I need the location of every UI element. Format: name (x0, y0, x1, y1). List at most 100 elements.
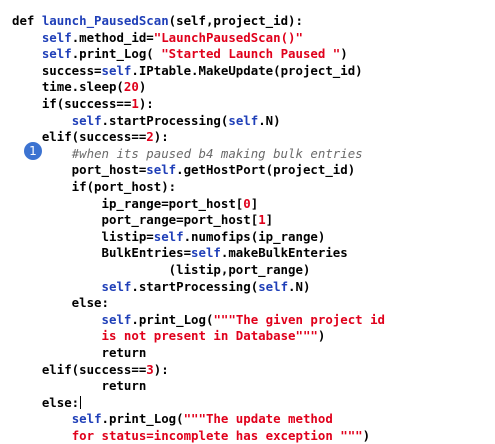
code-token: is not present in Database""" (101, 328, 318, 344)
code-line[interactable]: is not present in Database""") (12, 328, 326, 344)
code-token: ) (317, 328, 326, 344)
code-token: self (228, 112, 259, 128)
code-token: .numofips(ip_range) (183, 228, 326, 244)
code-token: ] (250, 195, 259, 211)
code-token: self (101, 278, 132, 294)
code-line[interactable]: (listip,port_range) (12, 262, 311, 278)
code-token: else: (12, 394, 80, 410)
code-line[interactable]: return (12, 345, 147, 361)
code-token: 20 (123, 79, 139, 95)
code-token: self (101, 311, 132, 327)
code-token: 0 (243, 195, 251, 211)
code-token: ): (153, 129, 169, 145)
code-token: 1 (258, 212, 266, 228)
code-token: """The given project id (213, 311, 386, 327)
code-line[interactable]: def launch_PausedScan(self,project_id): (12, 13, 303, 29)
code-line[interactable]: self.print_Log("""The given project id (12, 312, 385, 328)
code-token: else: (12, 295, 109, 311)
code-token: self (153, 228, 184, 244)
code-token: self (71, 411, 102, 427)
code-token: ): (153, 361, 169, 377)
code-line[interactable]: self.print_Log("""The update method (12, 411, 333, 427)
code-token: self (41, 29, 72, 45)
code-line[interactable]: listip=self.numofips(ip_range) (12, 228, 326, 245)
code-line[interactable]: for status=incomplete has exception """) (12, 428, 370, 444)
code-token: .IPtable.MakeUpdate(project_id) (131, 62, 363, 78)
code-token: 2 (146, 129, 154, 145)
code-token: ) (340, 46, 348, 62)
code-editor[interactable]: def launch_PausedScan(self,project_id): … (0, 0, 495, 443)
code-line[interactable]: self.method_id="LaunchPausedScan()" (12, 30, 303, 46)
code-token: ] (265, 212, 274, 228)
code-line[interactable]: time.sleep(20) (12, 79, 146, 95)
line-marker-badge: 1 (24, 142, 42, 160)
text-cursor (80, 395, 82, 409)
code-line[interactable]: elif(success==3): (12, 362, 169, 378)
code-token: .print_Log( (71, 46, 162, 62)
code-token: return (12, 345, 147, 360)
code-token: 3 (146, 361, 154, 377)
code-token: """The update method (183, 411, 333, 427)
code-line[interactable]: port_range=port_host[1] (12, 212, 274, 228)
code-line[interactable]: ip_range=port_host[0] (12, 195, 259, 212)
code-token: (self,project_id): (168, 13, 303, 28)
code-token: BulkEntries= (12, 245, 192, 261)
code-token: listip= (12, 228, 154, 244)
code-token: success= (12, 62, 102, 78)
code-token: self (41, 46, 72, 62)
code-token: (listip,port_range) (12, 262, 311, 277)
code-token: def (12, 13, 42, 28)
code-line[interactable]: port_host=self.getHostPort(project_id) (12, 162, 356, 178)
code-token: .print_Log( (101, 411, 184, 427)
code-token: .print_Log( (131, 311, 214, 327)
code-token: ): (138, 96, 154, 111)
code-token: .startProcessing( (131, 278, 259, 294)
code-line[interactable]: if(port_host): (12, 179, 176, 195)
code-token: launch_PausedScan (41, 13, 169, 28)
code-token: self (191, 245, 221, 261)
code-token: .N) (258, 112, 281, 128)
code-token: if(port_host): (12, 179, 177, 194)
code-token: self (71, 112, 102, 128)
code-token: for status=incomplete has exception """ (71, 428, 363, 443)
code-token: .makeBulkEnteries (220, 245, 348, 261)
code-token: if(success== (12, 96, 132, 111)
code-token: .getHostPort(project_id) (176, 162, 356, 178)
code-token: "LaunchPausedScan()" (153, 29, 303, 45)
code-line[interactable]: self.startProcessing(self.N) (12, 278, 311, 295)
code-line[interactable]: else: (12, 295, 109, 311)
code-token: time.sleep( (12, 79, 124, 95)
code-token: self (146, 162, 177, 178)
code-token: 1 (131, 96, 139, 111)
code-line[interactable]: else: (12, 394, 82, 411)
code-line[interactable]: BulkEntries=self.makeBulkEnteries (12, 245, 348, 261)
code-line[interactable]: return (12, 378, 147, 394)
code-token: port_range=port_host[ (12, 212, 259, 228)
code-token: ) (362, 428, 371, 443)
code-token: elif(success== (12, 361, 147, 377)
code-token: self (101, 62, 132, 78)
code-token: self (258, 278, 289, 294)
code-line[interactable]: self.print_Log( "Started Launch Paused "… (12, 46, 348, 62)
code-token: .method_id= (71, 29, 154, 45)
code-token: "Started Launch Paused " (161, 46, 341, 62)
code-token: port_host= (12, 162, 147, 178)
code-token: ) (138, 79, 147, 95)
code-line[interactable]: if(success==1): (12, 96, 154, 112)
code-token: .startProcessing( (101, 112, 229, 128)
code-line[interactable]: #when its paused b4 making bulk entries (12, 146, 363, 162)
code-token: return (12, 378, 147, 394)
code-line[interactable]: success=self.IPtable.MakeUpdate(project_… (12, 63, 363, 79)
code-token: ip_range=port_host[ (12, 195, 244, 211)
code-line[interactable]: self.startProcessing(self.N) (12, 113, 281, 129)
code-token: .N) (288, 278, 311, 294)
